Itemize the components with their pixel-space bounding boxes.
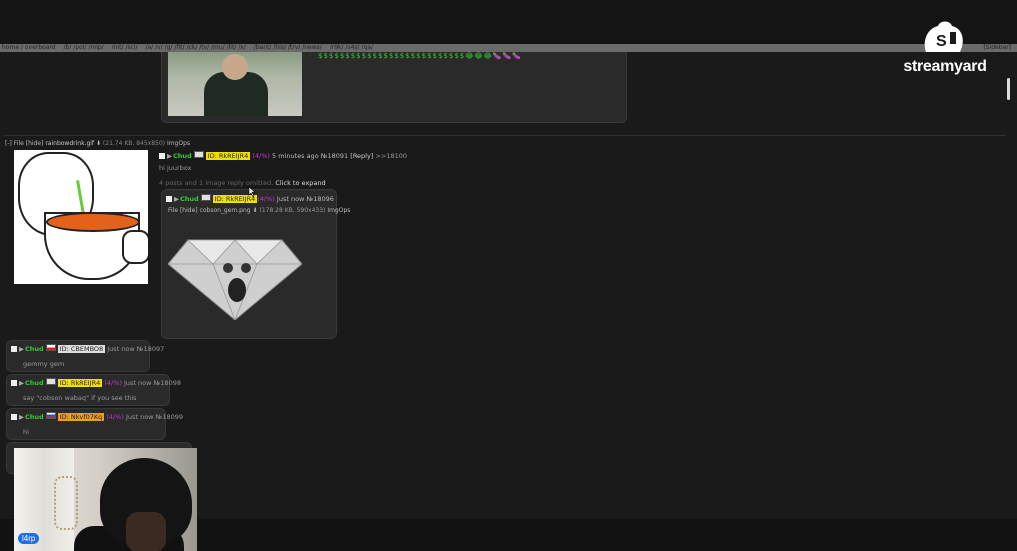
board-nav-link[interactable]: /b/ /pol/ /mlp/: [63, 44, 103, 51]
post-image-thumbnail[interactable]: [168, 52, 302, 116]
post-message: gemmy gem: [23, 360, 65, 368]
streamyard-mark-icon: S: [924, 21, 963, 52]
post-message: say "cobson wabaq" if you see this: [23, 394, 137, 402]
reply-image-thumbnail[interactable]: [168, 228, 302, 320]
post-menu-icon[interactable]: ▶: [167, 152, 172, 160]
post-number[interactable]: №18096: [306, 195, 333, 203]
stream-top-bar: [0, 0, 1017, 44]
flag-icon: [200, 194, 211, 201]
file-label: File: [168, 207, 179, 214]
file-name-link[interactable]: cobson_gem.png: [200, 207, 251, 214]
imgops-link[interactable]: ImgOps: [327, 207, 350, 214]
post-time: Just now: [107, 345, 135, 353]
poster-name: Chud: [173, 152, 192, 160]
post-menu-icon[interactable]: ▶: [19, 413, 24, 421]
post-number[interactable]: №18098: [154, 379, 181, 387]
expand-thread-link[interactable]: Click to expand: [275, 179, 325, 187]
poster-name: Chud: [25, 345, 44, 353]
post-number[interactable]: №18099: [156, 413, 183, 421]
board-nav-bar: home / overboard /b/ /pol/ /mlp/ /int/ /…: [0, 44, 1017, 52]
poster-id[interactable]: ID: RkREIJR4: [57, 379, 103, 387]
poster-name: Chud: [25, 379, 44, 387]
streamyard-wordmark: streamyard: [903, 58, 987, 75]
post-menu-icon[interactable]: ▶: [19, 379, 24, 387]
reply-post-header: ▶Chud ID: CBEMBO8 Just now №18097: [11, 344, 164, 354]
hide-file-link[interactable]: [hide]: [180, 207, 198, 214]
reply-post: ▶Chud ID: Nkvf07Kq (4/%) Just now №18099 …: [6, 408, 183, 440]
file-label: File: [13, 140, 24, 147]
webcam-name-tag: l4rp: [18, 533, 40, 544]
poster-id[interactable]: ID: CBEMBO8: [57, 345, 106, 353]
download-icon[interactable]: ⬇: [96, 140, 101, 147]
poster-id[interactable]: ID: Nkvf07Kq: [57, 413, 105, 421]
board-nav-link[interactable]: /bant/ /his/ /trv/ /news/: [254, 44, 322, 51]
flag-icon: [45, 344, 56, 351]
flag-icon: [45, 412, 56, 419]
post-message: hi: [23, 428, 29, 436]
file-meta: (21.74 KB, 845x850): [102, 140, 166, 147]
post-checkbox[interactable]: [166, 196, 172, 202]
file-meta: (178.28 KB, 590x433): [259, 207, 326, 214]
scrollbar-thumb[interactable]: [1007, 78, 1010, 100]
poster-name: Chud: [25, 413, 44, 421]
post-percent: (4/%): [257, 195, 275, 203]
post-checkbox[interactable]: [11, 346, 17, 352]
poster-id[interactable]: ID: RkREIJR4: [205, 152, 251, 160]
omitted-text: 4 posts and 1 image reply omitted.: [159, 179, 274, 187]
collapse-thread-button[interactable]: [-]: [5, 140, 12, 147]
thread-divider: [4, 135, 1006, 136]
file-name-link[interactable]: rainbowdrink.gif: [45, 140, 94, 147]
flag-icon: [193, 151, 204, 158]
download-icon[interactable]: ⬇: [253, 207, 258, 214]
omitted-notice: 4 posts and 1 image reply omitted. Click…: [159, 179, 326, 187]
post-number[interactable]: №18091: [321, 152, 348, 160]
thread-file-info: [-] File [hide] rainbowdrink.gif ⬇ (21.7…: [5, 140, 190, 147]
backlink[interactable]: >>18100: [375, 152, 407, 160]
reply-file-info: File [hide] cobson_gem.png ⬇ (178.28 KB,…: [168, 206, 350, 215]
reply-link[interactable]: [Reply]: [350, 152, 373, 160]
post-menu-icon[interactable]: ▶: [174, 195, 179, 203]
mouse-cursor-icon: [248, 187, 256, 197]
board-nav-link[interactable]: /r9k/ /s4s/ /qa/: [330, 44, 373, 51]
thread-image-thumbnail[interactable]: [14, 150, 148, 284]
board-nav-link[interactable]: home / overboard: [2, 44, 56, 51]
imgops-link[interactable]: ImgOps: [167, 140, 190, 147]
reply-post-header: ▶Chud ID: Nkvf07Kq (4/%) Just now №18099: [11, 412, 183, 422]
post-checkbox[interactable]: [11, 414, 17, 420]
streamyard-logo: S streamyard: [898, 18, 992, 80]
post-time: Just now: [276, 195, 305, 203]
reply-post: ▶Chud ID: RkREIJR4 (4/%) Just now №18096 F…: [161, 189, 350, 339]
post-checkbox[interactable]: [159, 153, 165, 159]
post-number[interactable]: №18097: [137, 345, 164, 353]
flag-icon: [45, 378, 56, 385]
reply-post: ▶Chud ID: RkREIJR4 (4/%) Just now №18098 …: [6, 374, 181, 406]
post-menu-icon[interactable]: ▶: [19, 345, 24, 353]
post-percent: (4/%): [104, 379, 122, 387]
post-percent: (4/%): [252, 152, 270, 160]
reply-post: ▶Chud ID: CBEMBO8 Just now №18097 gemmy g…: [6, 340, 164, 372]
op-post-header: ▶Chud ID: RkREIJR4 (4/%) 5 minutes ago №1…: [159, 151, 407, 161]
board-nav-link[interactable]: /a/ /v/ /g/ /fit/ /ck/ /tv/ /mu/ /lit/ /…: [145, 44, 245, 51]
previous-post: $$$$$$$$$$$$$$$$$$$$$$$$$$$😂😂😂🍆🍆🍆: [161, 52, 627, 123]
poster-name: Chud: [180, 195, 199, 203]
svg-text:S: S: [936, 33, 947, 50]
post-message: $$$$$$$$$$$$$$$$$$$$$$$$$$$😂😂😂🍆🍆🍆: [318, 52, 522, 60]
post-checkbox[interactable]: [11, 380, 17, 386]
post-time: Just now: [126, 413, 154, 421]
webcam-overlay: [14, 448, 197, 551]
post-percent: (4/%): [106, 413, 124, 421]
post-message: hi juurbox: [159, 164, 192, 172]
post-time: 5 minutes ago: [272, 152, 319, 160]
hide-file-link[interactable]: [hide]: [26, 140, 44, 147]
reply-post-header: ▶Chud ID: RkREIJR4 (4/%) Just now №18098: [11, 378, 181, 388]
post-time: Just now: [124, 379, 152, 387]
board-nav-link[interactable]: /int/ /sci/: [112, 44, 138, 51]
